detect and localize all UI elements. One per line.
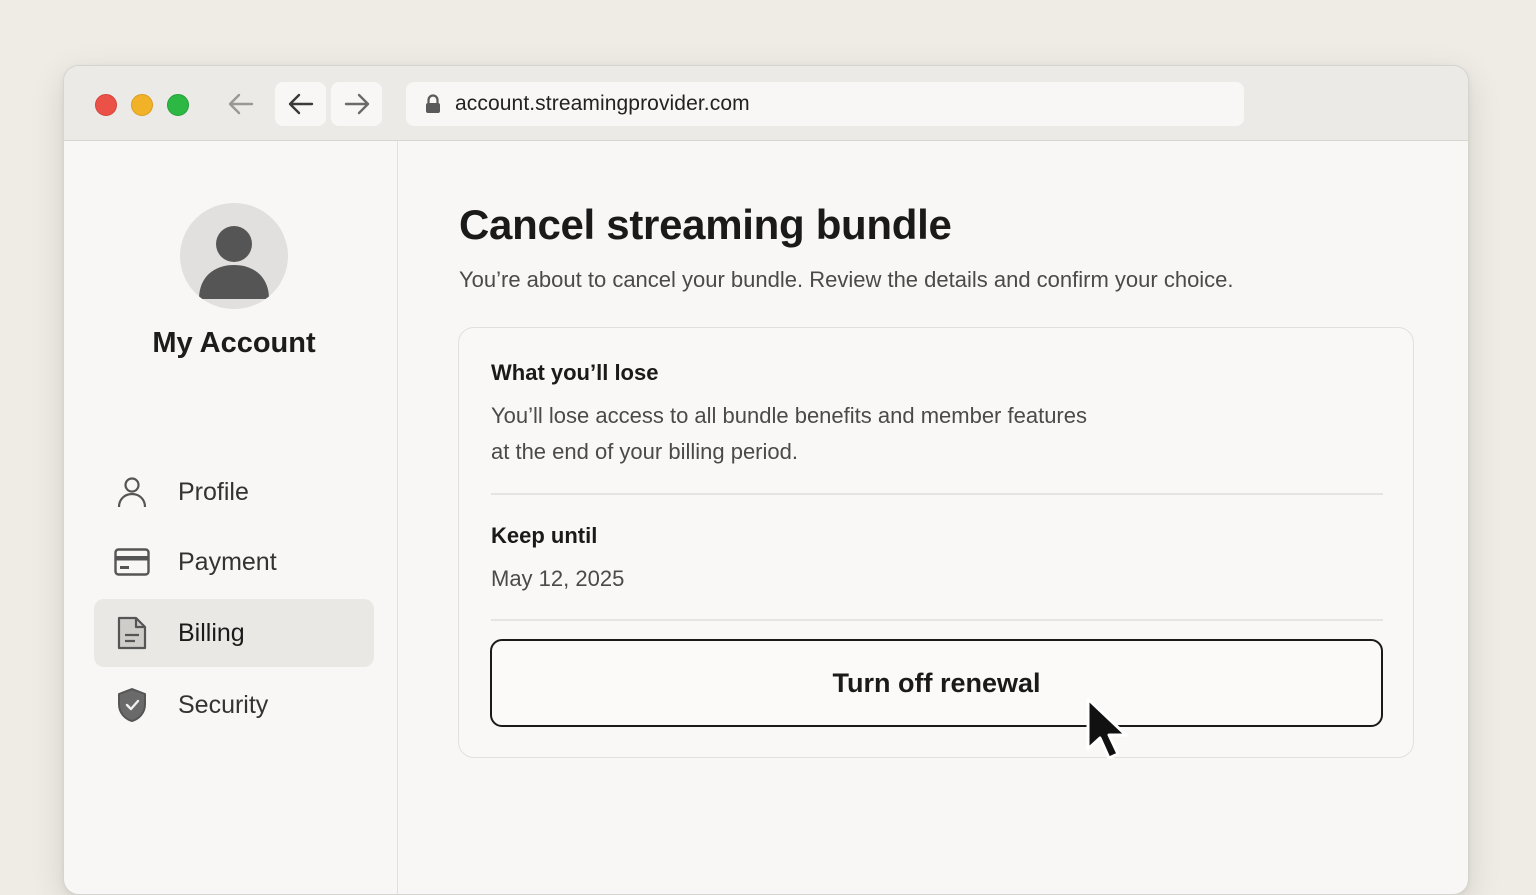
user-avatar-icon bbox=[199, 226, 269, 299]
history-back-button[interactable] bbox=[219, 82, 263, 126]
credit-card-icon bbox=[114, 544, 150, 580]
shield-check-icon bbox=[114, 687, 150, 723]
browser-toolbar: account.streamingprovider.com bbox=[64, 66, 1468, 141]
account-title: My Account bbox=[152, 327, 316, 359]
account-sidebar: My Account Profile Payment Billing Secur… bbox=[64, 141, 398, 894]
minimize-window-button[interactable] bbox=[131, 94, 153, 116]
divider bbox=[491, 619, 1383, 621]
page-title: Cancel streaming bundle bbox=[459, 201, 952, 248]
arrow-left-icon bbox=[228, 93, 254, 115]
document-icon bbox=[114, 615, 150, 651]
lose-heading: What you’ll lose bbox=[491, 360, 659, 385]
arrow-right-icon bbox=[344, 93, 369, 115]
divider bbox=[491, 493, 1383, 495]
turn-off-renewal-button[interactable]: Turn off renewal bbox=[490, 639, 1383, 727]
sidebar-item-billing[interactable]: Billing bbox=[94, 599, 374, 667]
sidebar-item-security[interactable]: Security bbox=[94, 671, 374, 739]
lose-description-line-2: at the end of your billing period. bbox=[491, 439, 798, 464]
lock-icon bbox=[424, 94, 442, 114]
sidebar-item-label: Profile bbox=[178, 477, 249, 506]
main-content: Cancel streaming bundle You’re about to … bbox=[398, 141, 1468, 894]
browser-window: account.streamingprovider.com My Account… bbox=[63, 65, 1469, 895]
arrow-left-icon bbox=[288, 93, 313, 115]
address-bar[interactable]: account.streamingprovider.com bbox=[406, 82, 1244, 126]
sidebar-item-label: Billing bbox=[178, 618, 245, 647]
keep-until-date: May 12, 2025 bbox=[491, 566, 625, 591]
sidebar-item-payment[interactable]: Payment bbox=[94, 528, 374, 596]
page-subtitle: You’re about to cancel your bundle. Revi… bbox=[459, 267, 1234, 292]
lose-description-line-1: You’ll lose access to all bundle benefit… bbox=[491, 403, 1087, 428]
maximize-window-button[interactable] bbox=[167, 94, 189, 116]
avatar bbox=[180, 203, 288, 309]
url-text: account.streamingprovider.com bbox=[455, 92, 750, 115]
keep-until-heading: Keep until bbox=[491, 523, 598, 548]
mouse-pointer-icon bbox=[1086, 697, 1128, 760]
cancellation-details-card: What you’ll lose You’ll lose access to a… bbox=[458, 327, 1414, 758]
sidebar-item-profile[interactable]: Profile bbox=[94, 458, 374, 526]
close-window-button[interactable] bbox=[95, 94, 117, 116]
back-button[interactable] bbox=[275, 82, 326, 126]
sidebar-item-label: Security bbox=[178, 690, 269, 719]
person-icon bbox=[114, 474, 150, 510]
sidebar-item-label: Payment bbox=[178, 547, 277, 576]
forward-button[interactable] bbox=[331, 82, 382, 126]
